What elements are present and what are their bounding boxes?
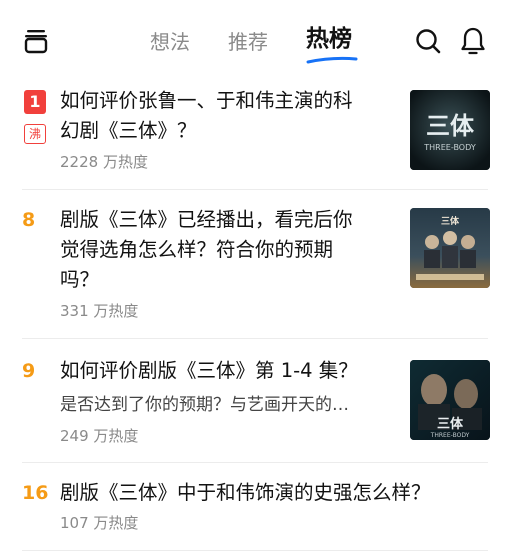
menu-icon[interactable]: [22, 27, 50, 55]
divider: [22, 550, 488, 551]
thumbnail-image[interactable]: 三体: [410, 208, 490, 288]
question-title-line[interactable]: 剧版《三体》中于和伟饰演的史强怎么样？: [60, 478, 431, 508]
bell-icon[interactable]: [459, 26, 487, 56]
svg-text:三体: 三体: [426, 112, 475, 140]
divider: [22, 462, 488, 463]
search-icon[interactable]: [414, 27, 442, 55]
question-title-line[interactable]: 如何评价张鲁一、于和伟主演的科: [60, 86, 353, 116]
heat-count: 2228 万热度: [60, 153, 148, 171]
question-title-line[interactable]: 吗？: [60, 265, 99, 295]
thumbnail-image[interactable]: 三体 THREE-BODY: [410, 360, 490, 440]
svg-text:THREE-BODY: THREE-BODY: [430, 432, 470, 439]
tab-recommend[interactable]: 推荐: [228, 28, 268, 56]
svg-text:THREE-BODY: THREE-BODY: [423, 143, 476, 152]
top-bar: 想法 推荐 热榜: [0, 0, 510, 80]
svg-text:三体: 三体: [441, 215, 460, 227]
rank-number: 9: [22, 360, 36, 382]
hot-tag: 沸: [24, 124, 46, 144]
thumbnail-image[interactable]: 三体 THREE-BODY: [410, 90, 490, 170]
answer-excerpt[interactable]: 是否达到了你的预期？与艺画开天的…: [60, 392, 390, 418]
heat-count: 107 万热度: [60, 514, 139, 532]
divider: [22, 189, 488, 190]
rank-number: 8: [22, 209, 36, 231]
heat-count: 331 万热度: [60, 302, 139, 320]
question-title-line[interactable]: 剧版《三体》已经播出，看完后你: [60, 205, 353, 235]
question-title-line[interactable]: 幻剧《三体》？: [60, 116, 197, 146]
question-title-line[interactable]: 觉得选角怎么样？符合你的预期: [60, 235, 333, 265]
svg-text:三体: 三体: [437, 416, 464, 432]
divider: [22, 338, 488, 339]
rank-badge: 1: [24, 90, 46, 114]
rank-number: 16: [22, 482, 49, 504]
active-tab-indicator: [306, 49, 358, 64]
question-title-line[interactable]: 如何评价剧版《三体》第 1-4 集？: [60, 356, 358, 386]
heat-count: 249 万热度: [60, 427, 139, 445]
tab-ideas[interactable]: 想法: [150, 28, 190, 56]
